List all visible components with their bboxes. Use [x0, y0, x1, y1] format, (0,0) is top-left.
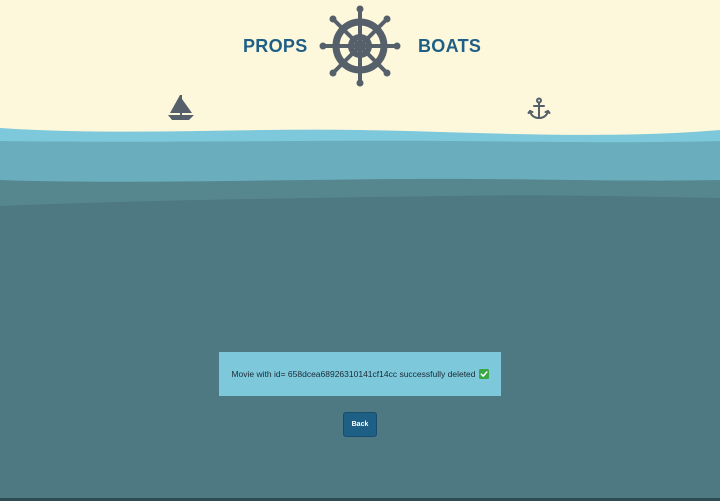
back-button[interactable]: Back	[343, 412, 377, 437]
check-mark-icon	[478, 369, 489, 379]
status-message-text: Movie with id= 658dcea68926310141cf14cc …	[231, 369, 476, 379]
ship-wheel-icon[interactable]	[319, 5, 401, 87]
sailboat-icon	[168, 95, 194, 120]
brand-props-label: PROPS	[243, 36, 308, 56]
status-message-box: Movie with id= 658dcea68926310141cf14cc …	[219, 352, 501, 396]
brand-boats-label: BOATS	[418, 36, 482, 56]
anchor-icon	[527, 97, 551, 120]
